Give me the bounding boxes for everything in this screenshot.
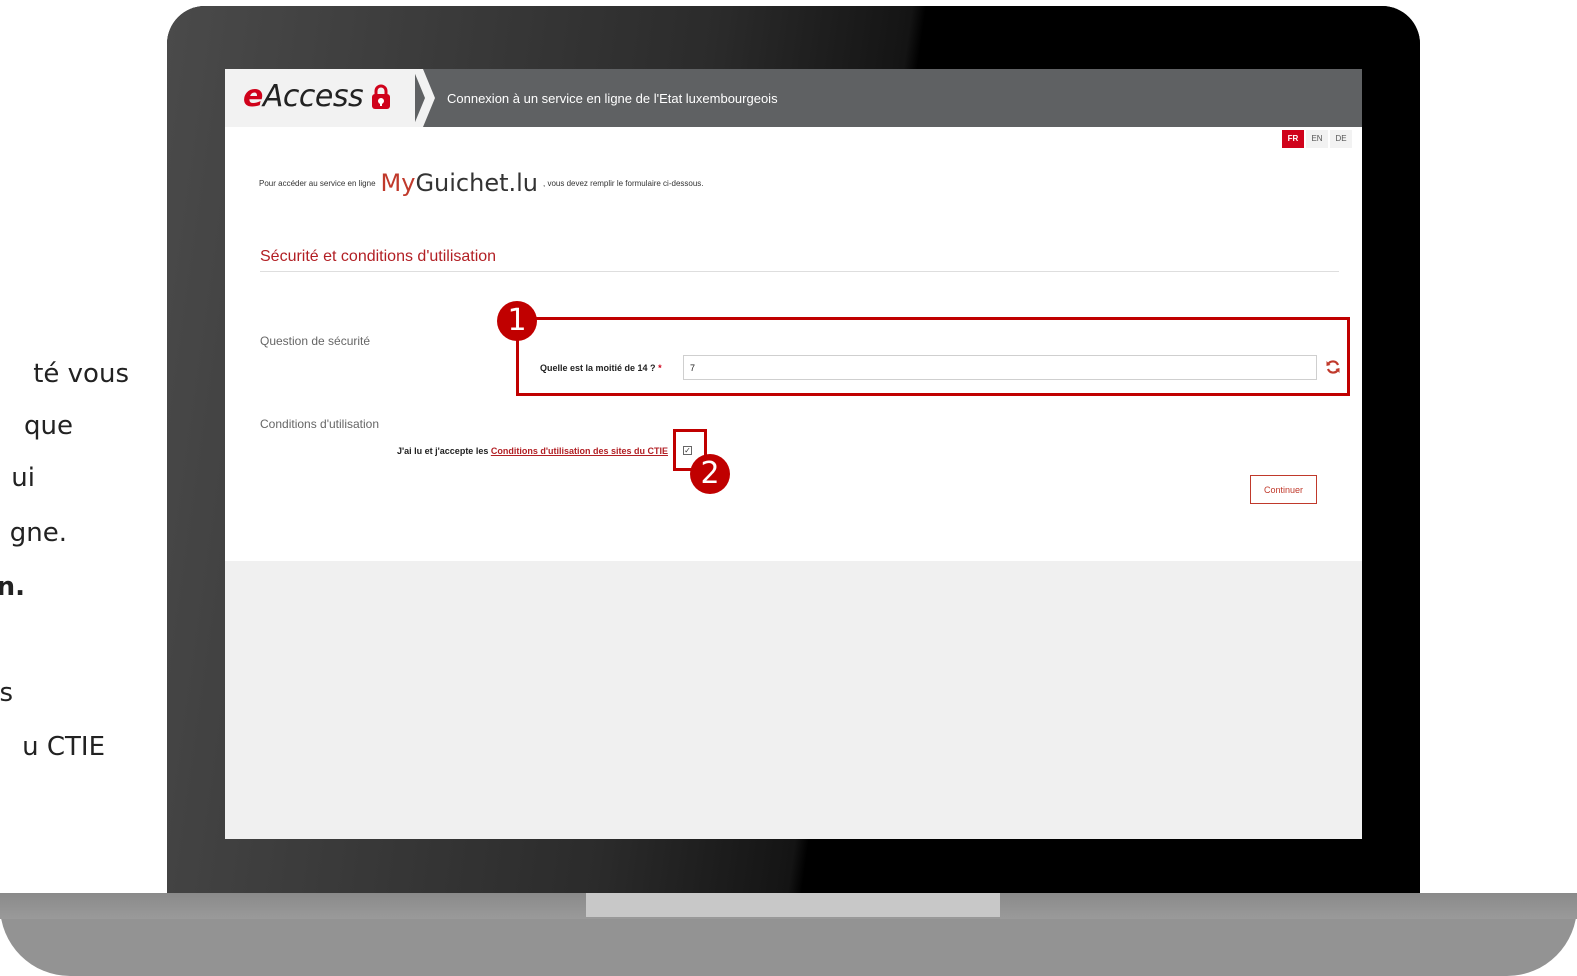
terms-link[interactable]: Conditions d'utilisation des sites du CT… [491, 446, 668, 456]
security-question-label: Question de sécurité [260, 334, 371, 348]
side-text-line: ui [11, 463, 35, 493]
side-text-line: s [0, 678, 13, 708]
language-switcher: FR EN DE [1282, 130, 1352, 148]
intro-text: Pour accéder au service en ligne MyGuich… [259, 169, 704, 197]
side-text-line: u CTIE [22, 732, 105, 762]
laptop-notch [586, 893, 1000, 917]
lang-en-button[interactable]: EN [1306, 130, 1328, 148]
intro-after: , vous devez remplir le formulaire ci-de… [543, 178, 704, 188]
page-header: eAccess Connexion à un service en ligne … [225, 69, 1362, 127]
section-title: Sécurité et conditions d'utilisation [260, 248, 497, 265]
laptop-screen: eAccess Connexion à un service en ligne … [225, 69, 1362, 839]
padlock-icon [372, 84, 390, 109]
brand-rest: Guichet.lu [415, 169, 539, 197]
side-text-line: té vous [33, 359, 129, 389]
side-text-line: que [24, 411, 73, 441]
logo-access-text: Access [262, 79, 364, 114]
continue-button[interactable]: Continuer [1250, 475, 1317, 504]
intro-before: Pour accéder au service en ligne [259, 178, 376, 188]
lang-de-button[interactable]: DE [1330, 130, 1352, 148]
brand-my: My [380, 169, 416, 197]
highlight-box-security [516, 317, 1350, 396]
myguichet-logo: MyGuichet.lu [381, 169, 539, 197]
laptop-base [0, 893, 1577, 976]
lang-fr-button[interactable]: FR [1282, 130, 1304, 148]
eaccess-logo[interactable]: eAccess [225, 69, 415, 127]
terms-prefix: J'ai lu et j'accepte les [397, 446, 489, 456]
header-chevron-divider [413, 69, 435, 127]
side-text-line: gne. [9, 518, 67, 548]
web-page: eAccess Connexion à un service en ligne … [225, 69, 1362, 561]
conditions-label: Conditions d'utilisation [260, 417, 380, 431]
side-text-line: n. [0, 572, 25, 602]
terms-text: J'ai lu et j'accepte les Conditions d'ut… [397, 446, 668, 456]
section-divider [260, 271, 1339, 272]
step-badge-2: 2 [690, 454, 730, 494]
header-title: Connexion à un service en ligne de l'Eta… [447, 91, 778, 106]
side-text-block: té vous que ui gne. n. s u CTIE [0, 0, 165, 976]
step-badge-1: 1 [497, 301, 537, 341]
logo-e-letter: e [243, 79, 263, 114]
logo-wordmark: eAccess [243, 79, 364, 114]
